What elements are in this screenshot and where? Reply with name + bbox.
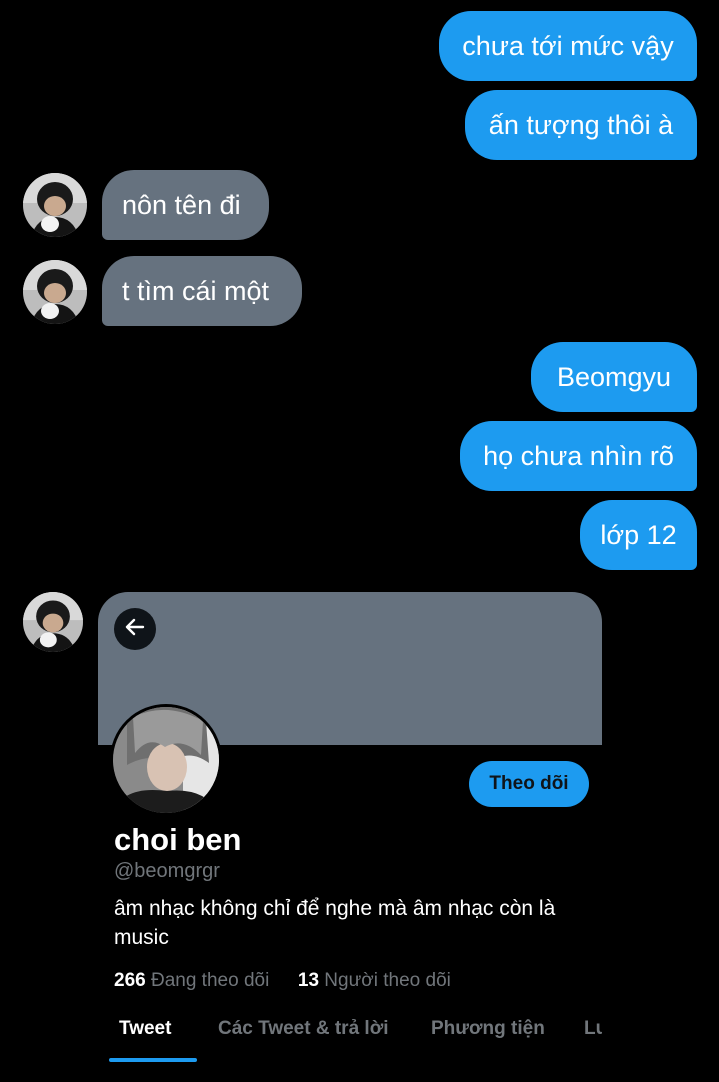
message-bubble-sent[interactable]: Beomgyu [531,342,697,412]
profile-avatar[interactable] [110,704,222,816]
tab-media[interactable]: Phương tiện [431,1018,545,1040]
back-button[interactable] [114,608,156,650]
message-bubble-sent[interactable]: họ chưa nhìn rõ [460,421,697,491]
following-count: 266 [114,970,146,991]
profile-bio: âm nhạc không chỉ để nghe mà âm nhạc còn… [114,897,556,949]
follow-button[interactable]: Theo dõi [469,761,589,807]
following-stat[interactable]: 266 Đang theo dõi [114,970,275,991]
following-label: Đang theo dõi [150,970,270,991]
message-bubble-sent[interactable]: lớp 12 [580,500,697,570]
message-bubble-received[interactable]: t tìm cái một [102,256,302,326]
active-tab-indicator [109,1058,197,1062]
profile-handle: @beomgrgr [114,860,220,882]
tab-tweets[interactable]: Tweet [119,1018,171,1040]
profile-display-name: choi ben [114,822,242,857]
tab-tweets-and-replies[interactable]: Các Tweet & trả lời [218,1018,388,1040]
sender-avatar[interactable] [23,173,87,237]
profile-stats: 266 Đang theo dõi 13 Người theo dõi [114,970,451,992]
sender-avatar[interactable] [23,592,83,652]
profile-tabs: Tweet Các Tweet & trả lời Phương tiện Lư… [98,1012,602,1072]
message-bubble-received[interactable]: nôn tên đi [102,170,269,240]
tab-likes[interactable]: Lượt thích [584,1018,602,1040]
arrow-left-icon [123,615,147,644]
followers-label: Người theo dõi [324,970,451,991]
message-bubble-sent[interactable]: chưa tới mức vậy [439,11,697,81]
message-bubble-sent[interactable]: ấn tượng thôi à [465,90,697,160]
followers-count: 13 [297,970,320,991]
followers-stat[interactable]: 13 Người theo dõi [298,970,451,991]
sender-avatar[interactable] [23,260,87,324]
shared-profile-card[interactable]: Theo dõi choi ben @beomgrgr âm nhạc khôn… [98,592,602,1082]
